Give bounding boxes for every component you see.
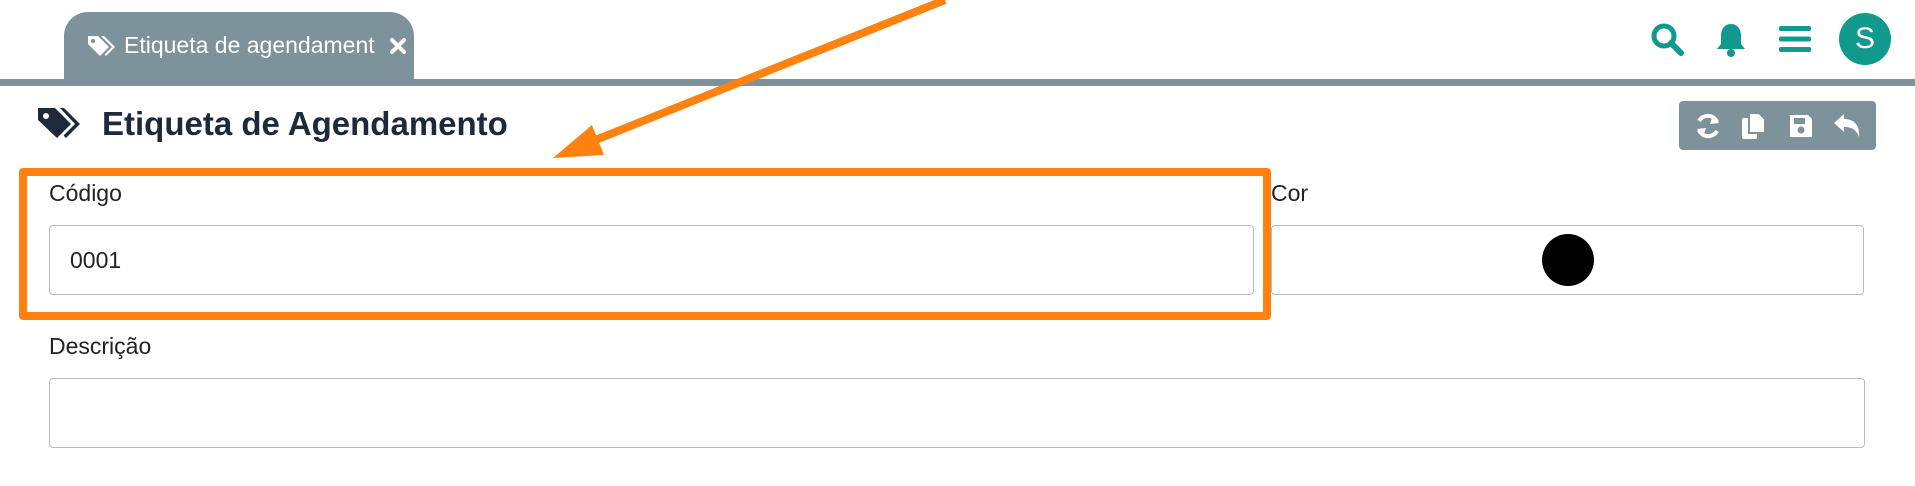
page-header: Etiqueta de Agendamento — [36, 100, 508, 148]
codigo-label: Código — [49, 180, 122, 206]
avatar[interactable]: S — [1839, 13, 1891, 65]
bell-icon[interactable] — [1713, 21, 1749, 57]
descricao-label: Descrição — [49, 333, 152, 359]
undo-icon[interactable] — [1829, 108, 1865, 144]
top-actions: S — [1621, 13, 1891, 65]
save-icon[interactable] — [1783, 108, 1819, 144]
action-toolbar — [1679, 101, 1876, 150]
descricao-input[interactable] — [49, 378, 1865, 448]
avatar-initial: S — [1854, 22, 1875, 55]
tab-etiqueta-agendamento[interactable]: Etiqueta de agendament — [64, 12, 414, 79]
page-title: Etiqueta de Agendamento — [102, 105, 508, 142]
tags-icon — [88, 35, 115, 56]
close-icon[interactable] — [388, 36, 408, 56]
refresh-icon[interactable] — [1690, 108, 1726, 144]
search-icon[interactable] — [1649, 21, 1685, 57]
codigo-input[interactable] — [49, 225, 1254, 295]
color-picker-field[interactable] — [1271, 225, 1864, 295]
tab-label: Etiqueta de agendament — [124, 32, 375, 58]
color-swatch — [1541, 234, 1594, 286]
tags-icon — [38, 108, 80, 138]
copy-icon[interactable] — [1736, 108, 1772, 144]
menu-icon[interactable] — [1777, 21, 1813, 57]
cor-label: Cor — [1271, 180, 1309, 206]
tab-bar-divider — [0, 79, 1915, 86]
